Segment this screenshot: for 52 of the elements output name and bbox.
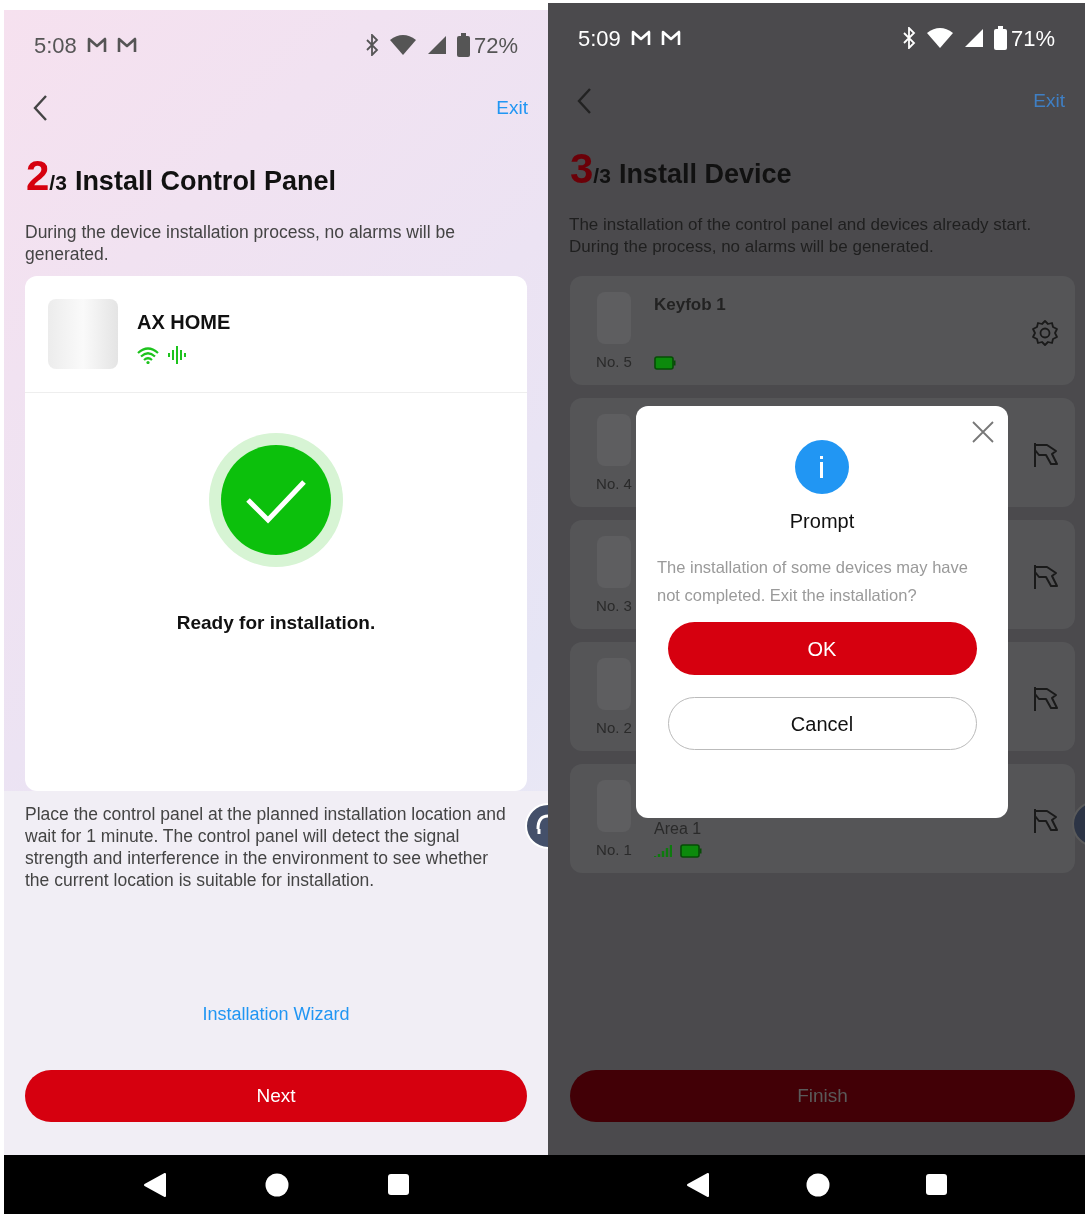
exit-link[interactable]: Exit xyxy=(1033,86,1065,116)
step-total: /3 xyxy=(49,171,67,196)
info-icon xyxy=(795,440,849,494)
finish-button[interactable]: Finish xyxy=(570,1070,1075,1122)
back-nav-icon[interactable] xyxy=(686,1171,710,1198)
dialog-title: Prompt xyxy=(789,509,855,534)
battery-percent: 72% xyxy=(473,31,518,60)
ok-button[interactable]: OK xyxy=(667,622,977,675)
sound-wave-icon xyxy=(167,345,187,365)
description-text: During the device installation process, no alarms will be generated. xyxy=(25,221,456,265)
mail-icon xyxy=(630,28,651,48)
step-total: /3 xyxy=(593,164,611,189)
mail-icon xyxy=(116,35,137,55)
battery-icon xyxy=(456,33,470,57)
installation-wizard-link[interactable]: Installation Wizard xyxy=(202,1001,350,1028)
instructions-text: Place the control panel at the planned installation location and wait for 1 minute. The control panel will detect the signal strength and interference in the environment to see whether the current location is suitable for installation. xyxy=(25,803,507,891)
status-time: 5:08 xyxy=(34,31,77,60)
cell-signal-icon xyxy=(426,35,447,55)
step-number: 3 xyxy=(570,148,594,190)
settings-icon[interactable] xyxy=(1031,318,1059,347)
device-name: AX HOME xyxy=(137,310,231,335)
success-check-icon xyxy=(209,433,343,567)
status-text: Ready for installation. xyxy=(176,611,376,635)
page-title: Install Control Panel xyxy=(74,165,336,198)
tool-icon[interactable] xyxy=(1033,563,1059,590)
bluetooth-icon xyxy=(901,27,916,49)
step-number: 2 xyxy=(26,155,50,197)
status-time: 5:09 xyxy=(578,24,621,53)
device-thumbnail xyxy=(48,299,118,369)
exit-link[interactable]: Exit xyxy=(496,93,528,123)
mail-icon xyxy=(660,28,681,48)
wifi-icon xyxy=(388,34,417,56)
page-title: Install Device xyxy=(618,158,792,191)
cancel-button[interactable]: Cancel xyxy=(667,697,977,750)
next-button[interactable]: Next xyxy=(25,1070,527,1122)
wifi-icon xyxy=(925,27,954,49)
back-icon[interactable] xyxy=(32,94,48,122)
back-nav-icon[interactable] xyxy=(143,1171,168,1198)
home-nav-icon[interactable] xyxy=(265,1172,290,1197)
battery-percent: 71% xyxy=(1010,24,1055,53)
home-nav-icon[interactable] xyxy=(806,1172,830,1197)
dialog-message: The installation of some devices may have not completed. Exit the installation? xyxy=(656,557,969,606)
tool-icon[interactable] xyxy=(1033,685,1059,712)
cell-signal-icon xyxy=(963,28,984,48)
close-icon[interactable] xyxy=(971,420,995,444)
recents-nav-icon[interactable] xyxy=(387,1174,409,1195)
bluetooth-icon xyxy=(364,34,379,56)
tool-icon[interactable] xyxy=(1033,441,1059,468)
wifi-icon xyxy=(137,346,159,364)
battery-icon xyxy=(993,26,1007,50)
tool-icon[interactable] xyxy=(1033,807,1059,834)
mail-icon xyxy=(86,35,107,55)
